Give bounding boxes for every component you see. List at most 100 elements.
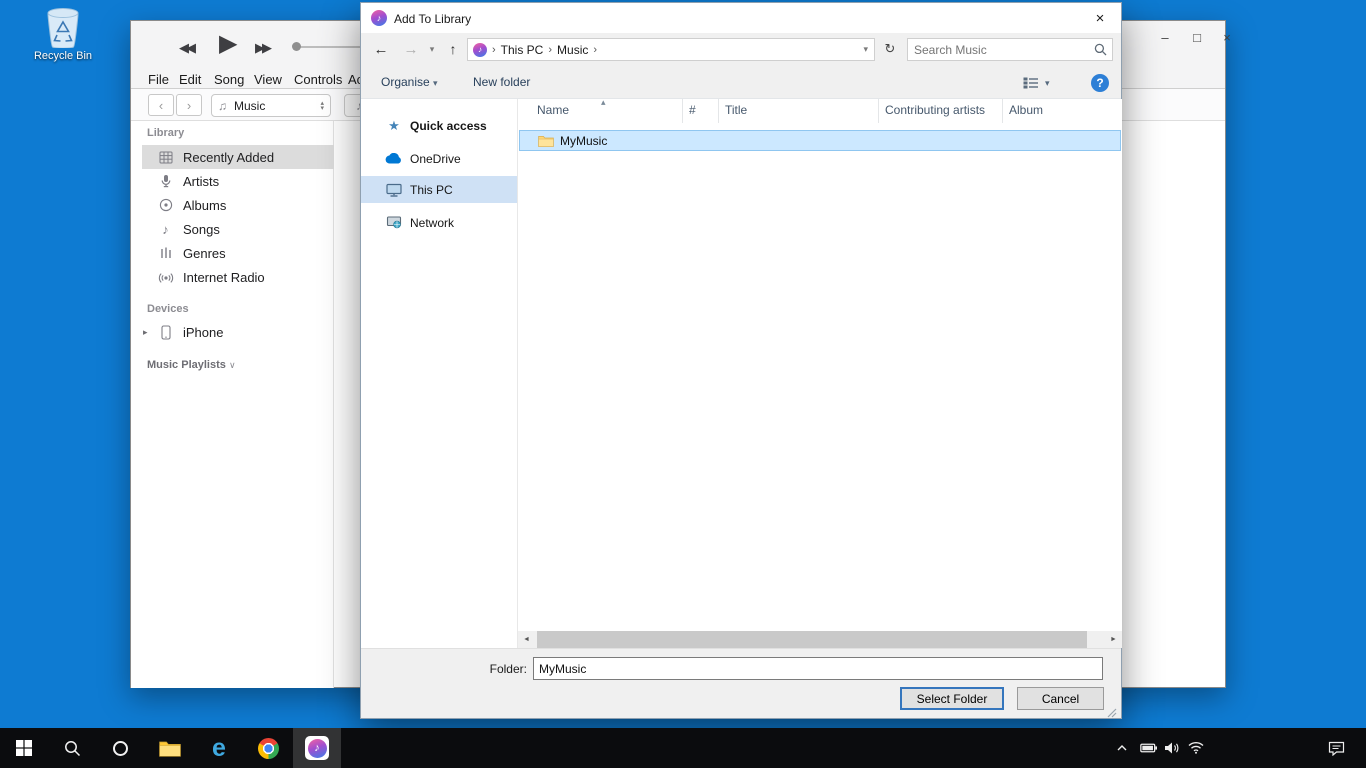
cortana-button[interactable] bbox=[96, 728, 144, 768]
crumb-separator: › bbox=[492, 44, 496, 56]
scroll-left-icon[interactable]: ◄ bbox=[518, 631, 535, 648]
menu-item-edit[interactable]: Edit bbox=[179, 72, 201, 87]
cancel-button[interactable]: Cancel bbox=[1017, 687, 1104, 710]
start-button[interactable] bbox=[0, 728, 48, 768]
sidebar-item-artists[interactable]: Artists bbox=[142, 169, 334, 193]
nav-item-this-pc[interactable]: This PC bbox=[361, 176, 517, 203]
organise-button[interactable]: Organise ▾ bbox=[381, 75, 438, 89]
record-icon bbox=[157, 198, 174, 212]
itunes-taskbar-button[interactable]: ♪ bbox=[293, 728, 341, 768]
media-kind-select[interactable]: ♫ Music ▴ ▾ bbox=[211, 94, 331, 117]
expander-icon[interactable]: ▸ bbox=[143, 327, 155, 338]
recycle-bin-icon bbox=[44, 6, 82, 48]
menu-item-song[interactable]: Song bbox=[214, 72, 244, 87]
sidebar-item-recently-added[interactable]: Recently Added bbox=[142, 145, 334, 169]
crumb-separator: › bbox=[548, 44, 552, 56]
taskbar-search-button[interactable] bbox=[48, 728, 96, 768]
previous-track-icon[interactable]: ◀◀ bbox=[179, 40, 193, 56]
action-center-icon[interactable] bbox=[1322, 728, 1350, 768]
chrome-button[interactable] bbox=[244, 728, 292, 768]
column-header-album[interactable]: Album bbox=[1003, 99, 1122, 123]
sidebar-item-albums[interactable]: Albums bbox=[142, 193, 334, 217]
nav-item-quick-access[interactable]: ★ Quick access bbox=[361, 112, 517, 139]
beamed-note-icon: ♫ bbox=[218, 99, 227, 113]
up-button[interactable]: ↑ bbox=[441, 37, 465, 61]
broadcast-icon bbox=[157, 270, 174, 284]
itunes-forward-button[interactable]: › bbox=[176, 94, 202, 116]
file-explorer-button[interactable] bbox=[146, 728, 194, 768]
search-input[interactable] bbox=[908, 39, 1112, 60]
column-header-contributing-artists[interactable]: Contributing artists bbox=[879, 99, 1003, 123]
monitor-icon bbox=[384, 183, 404, 197]
star-icon: ★ bbox=[384, 118, 404, 134]
iphone-icon bbox=[157, 325, 174, 340]
nav-item-network[interactable]: Network bbox=[361, 209, 517, 236]
volume-knob[interactable] bbox=[292, 42, 301, 51]
refresh-icon[interactable]: ↻ bbox=[879, 37, 901, 61]
windows-logo-icon bbox=[16, 740, 32, 756]
sidebar-item-internet-radio[interactable]: Internet Radio bbox=[142, 265, 334, 289]
column-header-title[interactable]: Title bbox=[719, 99, 879, 123]
minimize-icon[interactable]: – bbox=[1153, 27, 1177, 47]
file-list-area bbox=[518, 99, 1122, 648]
network-icon bbox=[384, 216, 404, 229]
dialog-title: Add To Library bbox=[394, 12, 471, 26]
forward-button[interactable]: → bbox=[399, 37, 423, 61]
spin-down-icon: ▾ bbox=[320, 106, 324, 111]
menu-item-file[interactable]: File bbox=[148, 72, 169, 87]
microphone-icon bbox=[157, 174, 174, 188]
address-dropdown-icon[interactable]: ▾ bbox=[863, 44, 874, 55]
file-row-mymusic[interactable]: MyMusic bbox=[519, 130, 1121, 151]
edge-button[interactable]: e bbox=[195, 728, 243, 768]
close-icon[interactable]: × bbox=[1215, 27, 1239, 47]
itunes-back-button[interactable]: ‹ bbox=[148, 94, 174, 116]
help-button[interactable]: ? bbox=[1091, 74, 1109, 92]
new-folder-button[interactable]: New folder bbox=[473, 75, 530, 89]
horizontal-scrollbar[interactable]: ◄ ► bbox=[518, 631, 1122, 648]
recycle-bin-label: Recycle Bin bbox=[34, 50, 92, 62]
recycle-bin[interactable]: Recycle Bin bbox=[28, 6, 98, 62]
next-track-icon[interactable]: ▶▶ bbox=[255, 40, 269, 56]
folder-name-input[interactable] bbox=[533, 657, 1103, 680]
tray-chevron-up-icon[interactable] bbox=[1110, 728, 1134, 768]
chrome-icon bbox=[258, 738, 279, 759]
view-options-icon[interactable] bbox=[1023, 76, 1039, 95]
cloud-icon bbox=[384, 153, 404, 164]
nav-item-onedrive[interactable]: OneDrive bbox=[361, 145, 517, 172]
back-button[interactable]: ← bbox=[369, 37, 393, 61]
section-chevron-icon[interactable]: ∨ bbox=[229, 360, 236, 370]
sidebar-item-label: Recently Added bbox=[183, 150, 274, 165]
menu-item-view[interactable]: View bbox=[254, 72, 282, 87]
sidebar-item-genres[interactable]: Genres bbox=[142, 241, 334, 265]
column-header-name[interactable]: Name bbox=[531, 99, 683, 123]
dialog-close-icon[interactable]: × bbox=[1077, 3, 1123, 33]
recent-locations-dropdown-icon[interactable]: ▾ bbox=[425, 37, 439, 61]
nav-item-label: OneDrive bbox=[410, 152, 461, 166]
search-box[interactable] bbox=[907, 38, 1113, 61]
battery-icon[interactable] bbox=[1136, 728, 1160, 768]
maximize-icon[interactable]: □ bbox=[1185, 27, 1209, 47]
address-bar[interactable]: ♪ › This PC › Music › ▾ bbox=[467, 38, 875, 61]
sort-ascending-icon: ▴ bbox=[601, 97, 606, 108]
file-name: MyMusic bbox=[560, 134, 607, 148]
cortana-ring-icon bbox=[113, 741, 128, 756]
resize-grip[interactable] bbox=[1105, 705, 1117, 723]
column-header-number[interactable]: # bbox=[683, 99, 719, 123]
menu-item-controls[interactable]: Controls bbox=[294, 72, 342, 87]
volume-slider[interactable] bbox=[296, 46, 362, 48]
play-icon[interactable]: ▶ bbox=[219, 29, 237, 58]
wifi-icon[interactable] bbox=[1184, 728, 1208, 768]
sidebar-item-iphone[interactable]: ▸ iPhone bbox=[142, 320, 334, 344]
nav-item-label: Quick access bbox=[410, 119, 487, 133]
sidebar-item-songs[interactable]: ♪ Songs bbox=[142, 217, 334, 241]
sidebar-item-label: iPhone bbox=[183, 325, 223, 340]
breadcrumb-music[interactable]: Music bbox=[557, 43, 588, 57]
breadcrumb-this-pc[interactable]: This PC bbox=[501, 43, 544, 57]
playlists-header: Music Playlists ∨ bbox=[147, 359, 236, 371]
view-options-dropdown-icon[interactable]: ▾ bbox=[1045, 78, 1050, 89]
speaker-icon[interactable] bbox=[1160, 728, 1184, 768]
scrollbar-thumb[interactable] bbox=[537, 631, 1087, 648]
select-folder-button[interactable]: Select Folder bbox=[900, 687, 1004, 710]
scroll-right-icon[interactable]: ► bbox=[1105, 631, 1122, 648]
folder-icon bbox=[538, 135, 554, 147]
